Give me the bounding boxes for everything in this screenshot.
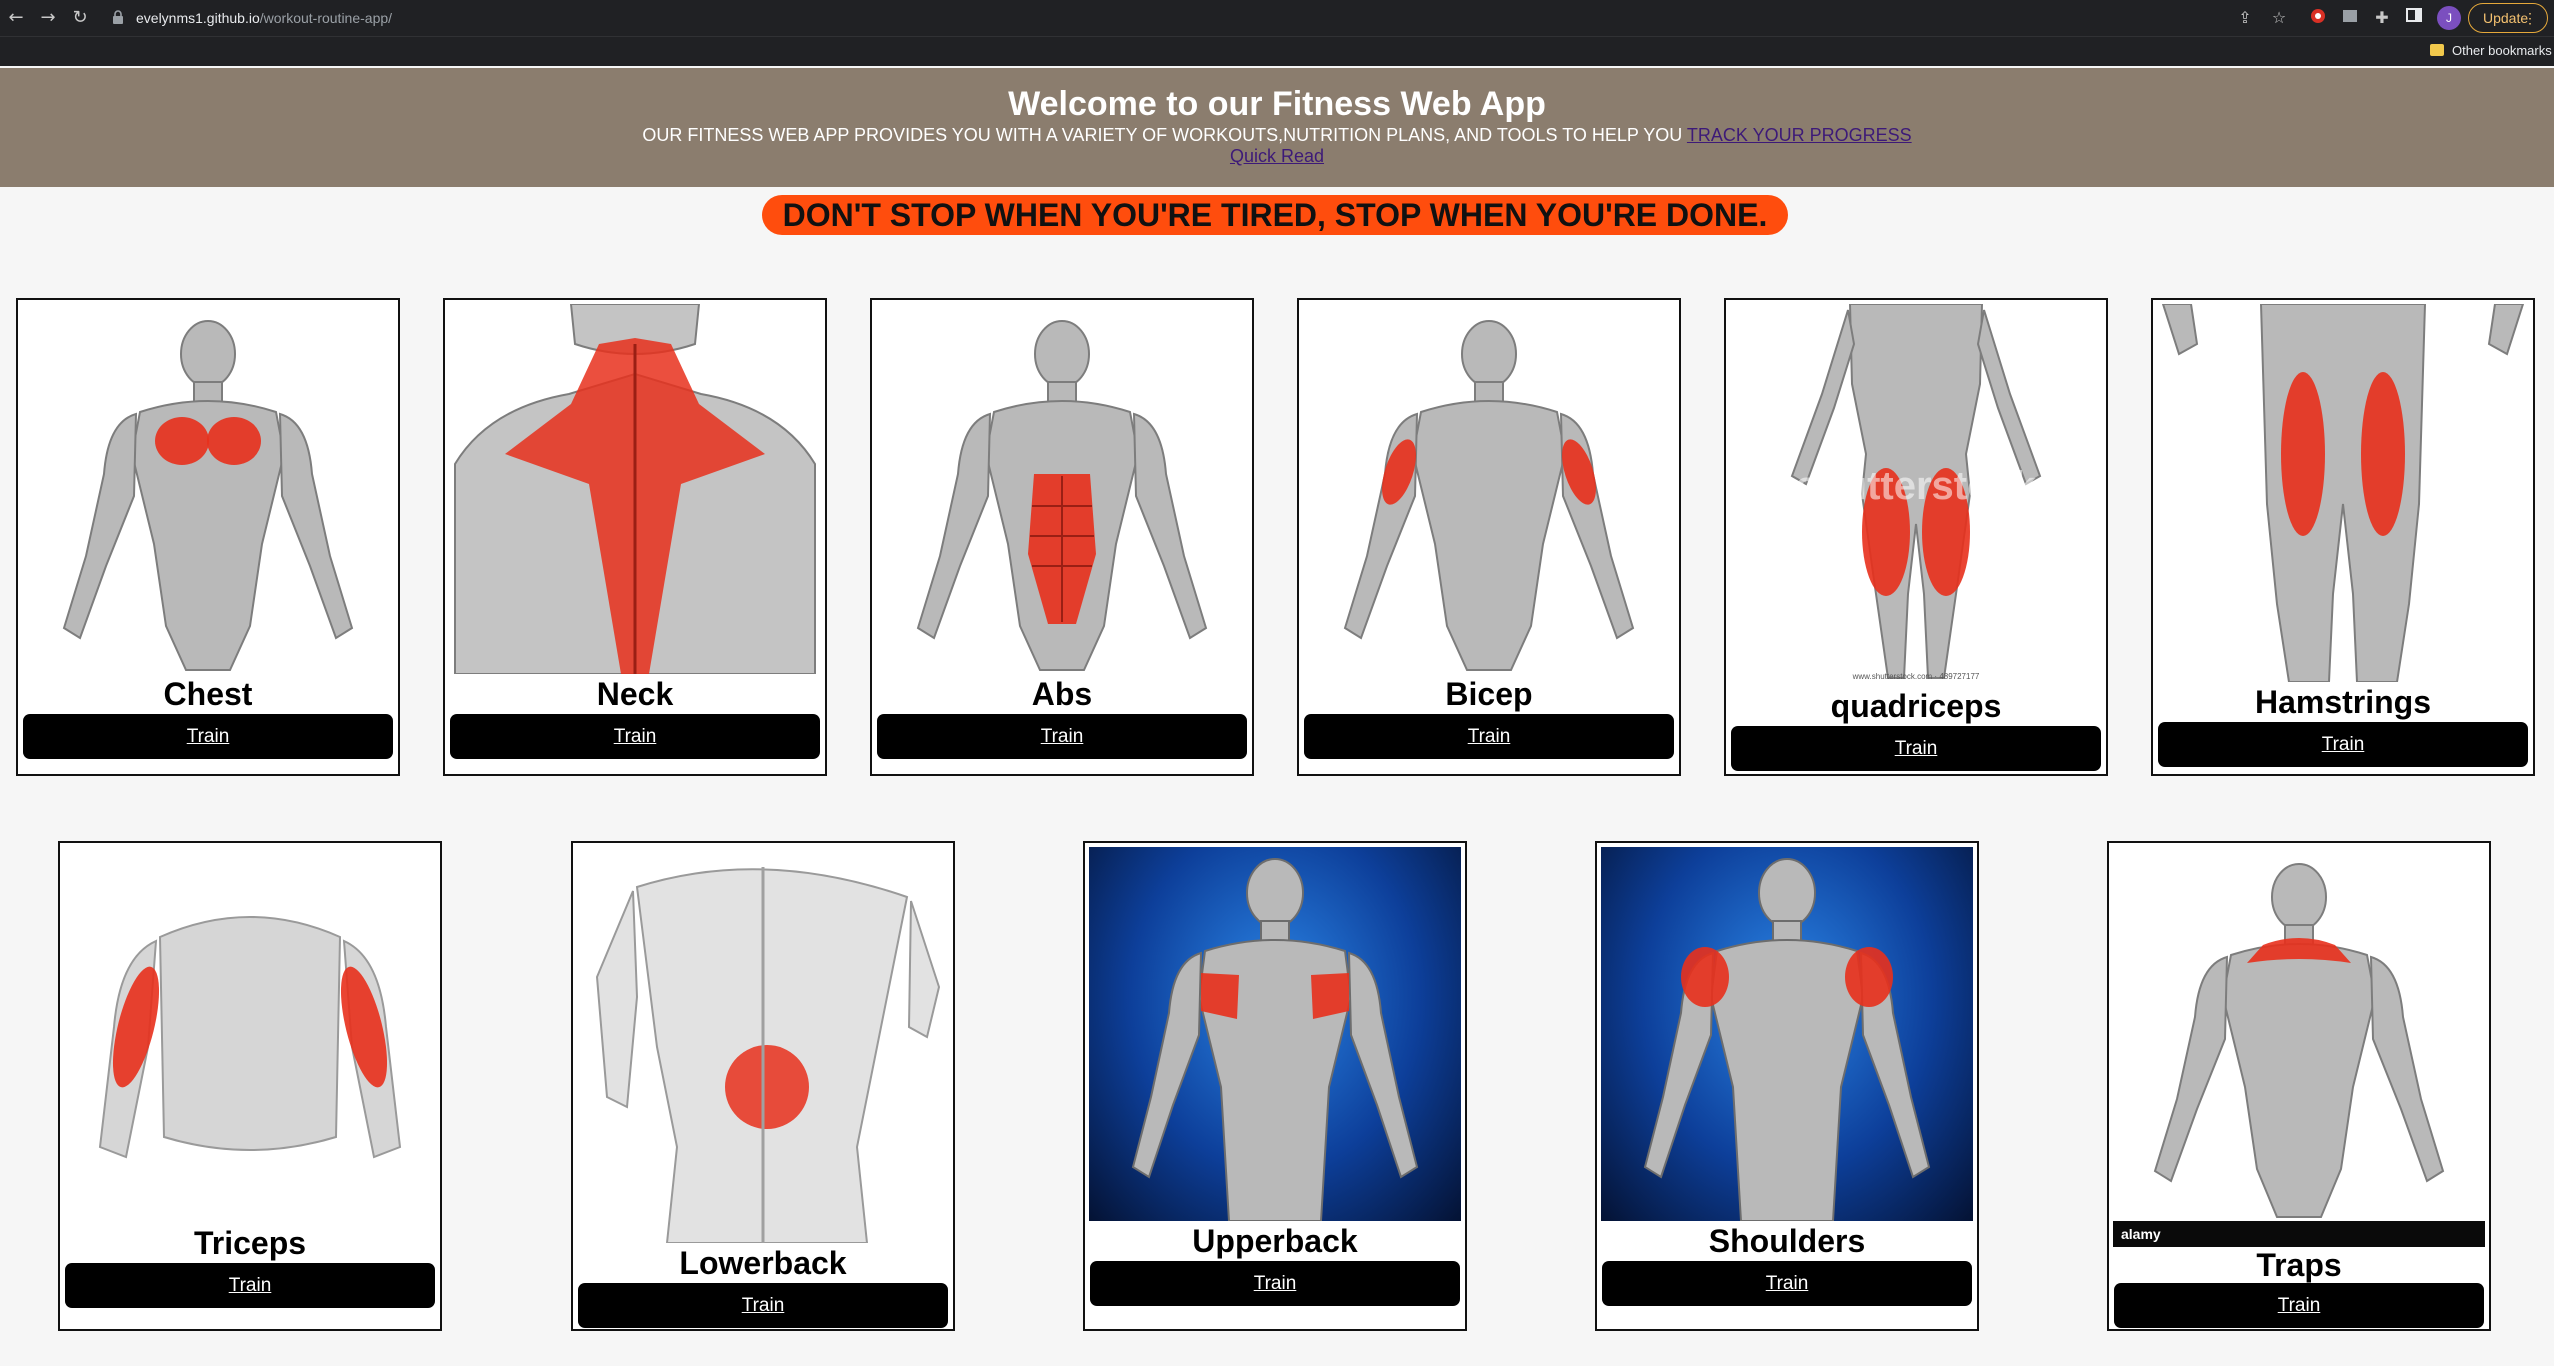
traps-anatomy-figure [2153, 863, 2445, 1218]
stock-watermark: shutterstock [1795, 464, 2037, 508]
tagline-text: OUR FITNESS WEB APP PROVIDES YOU WITH A … [642, 125, 1687, 145]
page-title: Welcome to our Fitness Web App [1008, 85, 1546, 123]
muscle-card-bicep: Bicep Train [1297, 298, 1681, 776]
muscle-card-abs: Abs Train [870, 298, 1254, 776]
bicep-anatomy-figure [1343, 320, 1635, 671]
muscle-name: Upperback [1192, 1223, 1358, 1259]
other-bookmarks[interactable]: Other bookmarks [2452, 42, 2552, 60]
address-bar[interactable]: evelynms1.github.io/workout-routine-app/ [136, 9, 392, 27]
muscle-name: Abs [1031, 676, 1093, 712]
muscle-card-shoulders: Shoulders Train [1595, 841, 1979, 1331]
update-label: Update [2483, 10, 2529, 26]
update-button[interactable]: Update ⋮ [2468, 3, 2548, 33]
chest-muscle-image [22, 304, 394, 674]
hamstrings-anatomy-figure [2161, 304, 2525, 682]
share-icon[interactable]: ⇪ [2234, 7, 2256, 29]
muscle-card-triceps: Triceps Train [58, 841, 442, 1331]
muscle-name: quadriceps [1830, 688, 2002, 724]
reload-icon[interactable]: ↻ [68, 6, 92, 30]
muscle-name: Chest [163, 676, 253, 712]
header-tagline: OUR FITNESS WEB APP PROVIDES YOU WITH A … [0, 124, 2554, 146]
train-button-lowerback[interactable]: Train [578, 1283, 948, 1328]
side-panel-icon[interactable] [2403, 7, 2425, 29]
muscle-card-lowerback: Lowerback Train [571, 841, 955, 1331]
folder-icon [2430, 44, 2444, 56]
browser-toolbar: ← → ↻ evelynms1.github.io/workout-routin… [0, 0, 2554, 36]
muscle-name: Neck [596, 676, 674, 712]
train-button-upperback[interactable]: Train [1090, 1261, 1460, 1306]
train-button-bicep[interactable]: Train [1304, 714, 1674, 759]
motto-banner: DON'T STOP WHEN YOU'RE TIRED, STOP WHEN … [762, 195, 1788, 235]
muscle-name: Hamstrings [2254, 684, 2432, 720]
profile-avatar[interactable]: J [2437, 6, 2461, 30]
triceps-anatomy-figure [98, 916, 402, 1159]
track-progress-link[interactable]: TRACK YOUR PROGRESS [1687, 125, 1912, 145]
traps-muscle-image: alamy [2113, 847, 2485, 1247]
page-header: Welcome to our Fitness Web App OUR FITNE… [0, 68, 2554, 187]
extensions-puzzle-icon[interactable]: ✚ [2371, 7, 2393, 29]
chest-anatomy-figure [62, 320, 354, 671]
extension-icon-2[interactable] [2339, 7, 2361, 29]
triceps-muscle-image [64, 847, 436, 1223]
muscle-card-traps: alamy Traps Train [2107, 841, 2491, 1331]
muscle-card-hamstrings: Hamstrings Train [2151, 298, 2535, 776]
menu-dots-icon[interactable]: ⋮ [2523, 4, 2537, 32]
train-button-shoulders[interactable]: Train [1602, 1261, 1972, 1306]
muscle-name: Triceps [193, 1225, 307, 1261]
muscle-card-upperback: Upperback Train [1083, 841, 1467, 1331]
bookmark-star-icon[interactable]: ☆ [2268, 7, 2290, 29]
url-host: evelynms1.github.io [136, 10, 260, 26]
muscle-name: Bicep [1445, 676, 1533, 712]
bookmarks-bar: Other bookmarks [0, 36, 2554, 66]
neck-anatomy-figure [454, 304, 816, 674]
hamstrings-muscle-image [2157, 304, 2529, 682]
muscle-name: Lowerback [679, 1245, 847, 1281]
train-button-hamstrings[interactable]: Train [2158, 722, 2528, 767]
train-button-traps[interactable]: Train [2114, 1283, 2484, 1328]
stock-credit: www.shutterstock.com · 489727177 [1852, 672, 1980, 681]
muscle-name: Traps [2256, 1247, 2342, 1283]
muscle-card-chest: Chest Train [16, 298, 400, 776]
url-path: /workout-routine-app/ [259, 10, 393, 26]
bicep-muscle-image [1303, 304, 1675, 674]
stock-banner: alamy [2113, 1221, 2485, 1247]
train-button-neck[interactable]: Train [450, 714, 820, 759]
shoulders-muscle-image [1601, 847, 1973, 1221]
train-button-chest[interactable]: Train [23, 714, 393, 759]
abs-muscle-image [876, 304, 1248, 674]
lowerback-muscle-image [577, 847, 949, 1243]
abs-anatomy-figure [916, 320, 1208, 671]
muscle-name: Shoulders [1708, 1223, 1866, 1259]
shoulders-anatomy-figure [1643, 858, 1931, 1221]
quadriceps-muscle-image: shutterstock www.shutterstock.com · 4897… [1730, 304, 2102, 686]
extension-icon[interactable] [2307, 7, 2329, 29]
upperback-anatomy-figure [1131, 858, 1419, 1221]
muscle-card-quadriceps: shutterstock www.shutterstock.com · 4897… [1724, 298, 2108, 776]
lowerback-anatomy-figure [595, 867, 941, 1243]
muscle-card-neck: Neck Train [443, 298, 827, 776]
train-button-quadriceps[interactable]: Train [1731, 726, 2101, 771]
quick-read-row: Quick Read [0, 145, 2554, 167]
stock-watermark: alamy [2121, 1226, 2161, 1242]
quick-read-link[interactable]: Quick Read [1230, 146, 1324, 166]
lock-icon[interactable] [112, 9, 124, 25]
forward-icon[interactable]: → [36, 6, 60, 30]
back-icon[interactable]: ← [4, 6, 28, 30]
train-button-abs[interactable]: Train [877, 714, 1247, 759]
neck-muscle-image [449, 304, 821, 674]
upperback-muscle-image [1089, 847, 1461, 1221]
train-button-triceps[interactable]: Train [65, 1263, 435, 1308]
